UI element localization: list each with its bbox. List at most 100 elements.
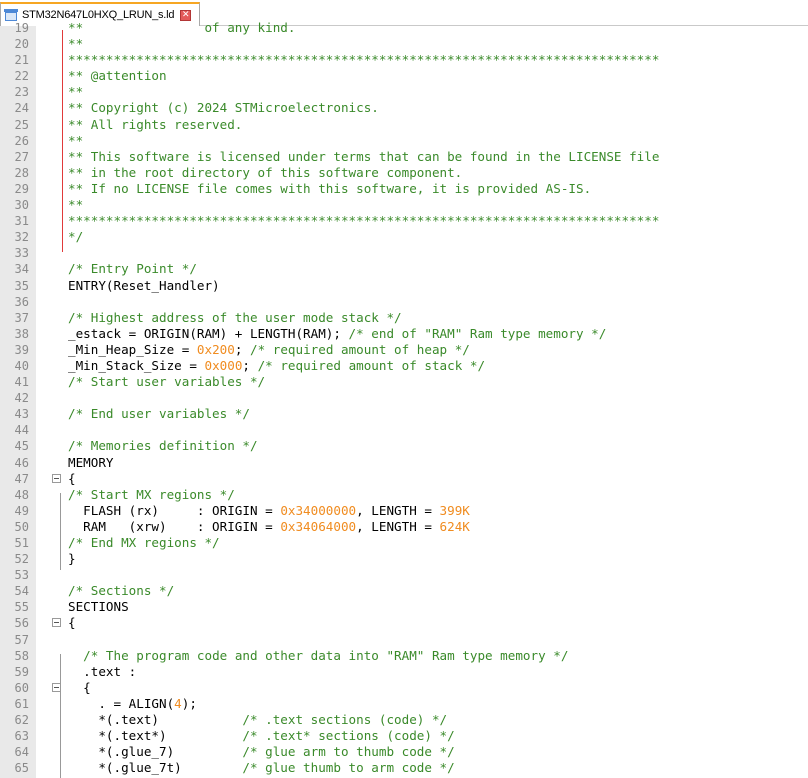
code-comment: ** in the root directory of this softwar… <box>68 164 463 180</box>
fold-toggle-icon[interactable] <box>52 618 61 628</box>
code-line[interactable]: 19 ** of any kind. <box>0 20 808 36</box>
code-line[interactable]: 23 ** <box>0 84 808 100</box>
code-line[interactable]: 62 *(.text) /* .text sections (code) */ <box>0 712 808 728</box>
line-number: 34 <box>14 262 29 277</box>
close-icon[interactable]: ✕ <box>180 9 192 21</box>
line-code: ** Copyright (c) 2024 STMicroelectronics… <box>68 100 379 116</box>
code-line[interactable]: 50 RAM (xrw) : ORIGIN = 0x34064000, LENG… <box>0 519 808 535</box>
code-line[interactable]: 39 _Min_Heap_Size = 0x200; /* required am… <box>0 342 808 358</box>
code-line[interactable]: 49 FLASH (rx) : ORIGIN = 0x34000000, LEN… <box>0 503 808 519</box>
code-line[interactable]: 56 { <box>0 615 808 631</box>
code-comment: /* Sections */ <box>68 583 175 599</box>
line-code: .text : <box>68 664 136 680</box>
line-number: 38 <box>14 326 29 341</box>
code-line[interactable]: 65 *(.glue_7t) /* glue thumb to arm code… <box>0 760 808 776</box>
code-comment: /* .text* sections (code) */ <box>242 728 455 744</box>
code-line[interactable]: 26 ** <box>0 133 808 149</box>
code-line[interactable]: 38 _estack = ORIGIN(RAM) + LENGTH(RAM); /… <box>0 326 808 342</box>
code-number: 0x34064000 <box>280 518 357 534</box>
code-text: _Min_Stack_Size = <box>68 357 205 373</box>
code-text: { <box>68 470 76 486</box>
line-number: 22 <box>14 69 29 84</box>
code-line[interactable]: 35 ENTRY(Reset_Handler) <box>0 278 808 294</box>
line-code: MEMORY <box>68 455 114 471</box>
code-comment: ** Copyright (c) 2024 STMicroelectronics… <box>68 100 379 116</box>
code-line[interactable]: 34 /* Entry Point */ <box>0 261 808 277</box>
code-comment: /* end of "RAM" Ram type memory */ <box>348 325 607 341</box>
code-line[interactable]: 43 /* End user variables */ <box>0 406 808 422</box>
code-line[interactable]: 29 ** If no LICENSE file comes with this … <box>0 181 808 197</box>
fold-toggle-icon[interactable] <box>52 473 61 483</box>
code-line[interactable]: 24 ** Copyright (c) 2024 STMicroelectroni… <box>0 100 808 116</box>
code-text: FLASH (rx) : ORIGIN = <box>68 502 281 518</box>
line-number: 30 <box>14 198 29 213</box>
code-line[interactable]: 64 *(.glue_7) /* glue arm to thumb code … <box>0 744 808 760</box>
line-code: ****************************************… <box>68 213 659 229</box>
code-number: 624K <box>439 518 470 534</box>
line-number: 35 <box>14 278 29 293</box>
code-line[interactable]: 20 ** <box>0 36 808 52</box>
comment-fold-marker <box>62 30 63 252</box>
memory-fold-line <box>60 493 61 570</box>
code-line[interactable]: 46 MEMORY <box>0 455 808 471</box>
line-number: 40 <box>14 358 29 373</box>
code-line[interactable]: 21 **************************************… <box>0 52 808 68</box>
line-number: 53 <box>14 568 29 583</box>
code-line[interactable]: 60 { <box>0 680 808 696</box>
code-line[interactable]: 63 *(.text*) /* .text* sections (code) *… <box>0 728 808 744</box>
line-code: { <box>68 615 76 631</box>
code-line[interactable]: 41 /* Start user variables */ <box>0 374 808 390</box>
code-text: SECTIONS <box>68 599 129 615</box>
code-line[interactable]: 51 /* End MX regions */ <box>0 535 808 551</box>
code-comment: */ <box>68 229 84 245</box>
line-number: 20 <box>14 37 29 52</box>
code-line[interactable]: 27 ** This software is licensed under ter… <box>0 149 808 165</box>
code-comment: /* The program code and other data into … <box>83 647 569 663</box>
code-line[interactable]: 57 <box>0 632 808 648</box>
code-line[interactable]: 33 <box>0 245 808 261</box>
code-line[interactable]: 32 */ <box>0 229 808 245</box>
code-line[interactable]: 45 /* Memories definition */ <box>0 438 808 454</box>
line-number: 19 <box>14 21 29 35</box>
code-line[interactable]: 42 <box>0 390 808 406</box>
code-number: 0x000 <box>204 357 243 373</box>
code-line[interactable]: 55 SECTIONS <box>0 599 808 615</box>
code-editor[interactable]: 19 ** of any kind. 20 ** 21 *****************… <box>0 20 808 778</box>
code-line[interactable]: 54 /* Sections */ <box>0 583 808 599</box>
code-line[interactable]: 61 . = ALIGN(4); <box>0 696 808 712</box>
code-comment: ** <box>68 132 84 148</box>
code-line[interactable]: 53 <box>0 567 808 583</box>
code-line[interactable]: 36 <box>0 294 808 310</box>
code-line[interactable]: 28 ** in the root directory of this softw… <box>0 165 808 181</box>
code-line[interactable]: 47 { <box>0 471 808 487</box>
code-line[interactable]: 25 ** All rights reserved. <box>0 117 808 133</box>
line-number: 61 <box>14 696 29 711</box>
code-line[interactable]: 52} <box>0 551 808 567</box>
code-line[interactable]: 31 **************************************… <box>0 213 808 229</box>
line-number: 39 <box>14 342 29 357</box>
line-number: 26 <box>14 133 29 148</box>
code-comment: ** @attention <box>68 68 167 84</box>
code-line[interactable]: 22 ** @attention <box>0 68 808 84</box>
code-line[interactable]: 30 ** <box>0 197 808 213</box>
code-line[interactable]: 48 /* Start MX regions */ <box>0 487 808 503</box>
line-number: 60 <box>14 680 29 695</box>
code-text: , LENGTH = <box>356 518 440 534</box>
code-text: MEMORY <box>68 454 114 470</box>
code-number: 0x34000000 <box>280 502 357 518</box>
code-text: { <box>68 615 76 631</box>
line-number: 47 <box>14 471 29 486</box>
code-comment: /* Start MX regions */ <box>68 486 235 502</box>
code-line[interactable]: 40 _Min_Stack_Size = 0x000; /* required a… <box>0 358 808 374</box>
code-line[interactable]: 59 .text : <box>0 664 808 680</box>
code-comment: /* Start user variables */ <box>68 374 266 390</box>
line-code: ** <box>68 84 83 100</box>
code-line[interactable]: 37 /* Highest address of the user mode st… <box>0 310 808 326</box>
line-code: *(.text) /* .text sections (code) */ <box>68 712 447 728</box>
line-code: /* Entry Point */ <box>68 261 197 277</box>
code-line[interactable]: 58 /* The program code and other data in… <box>0 648 808 664</box>
code-line[interactable]: 44 <box>0 422 808 438</box>
line-number: 59 <box>14 664 29 679</box>
line-number: 29 <box>14 181 29 196</box>
